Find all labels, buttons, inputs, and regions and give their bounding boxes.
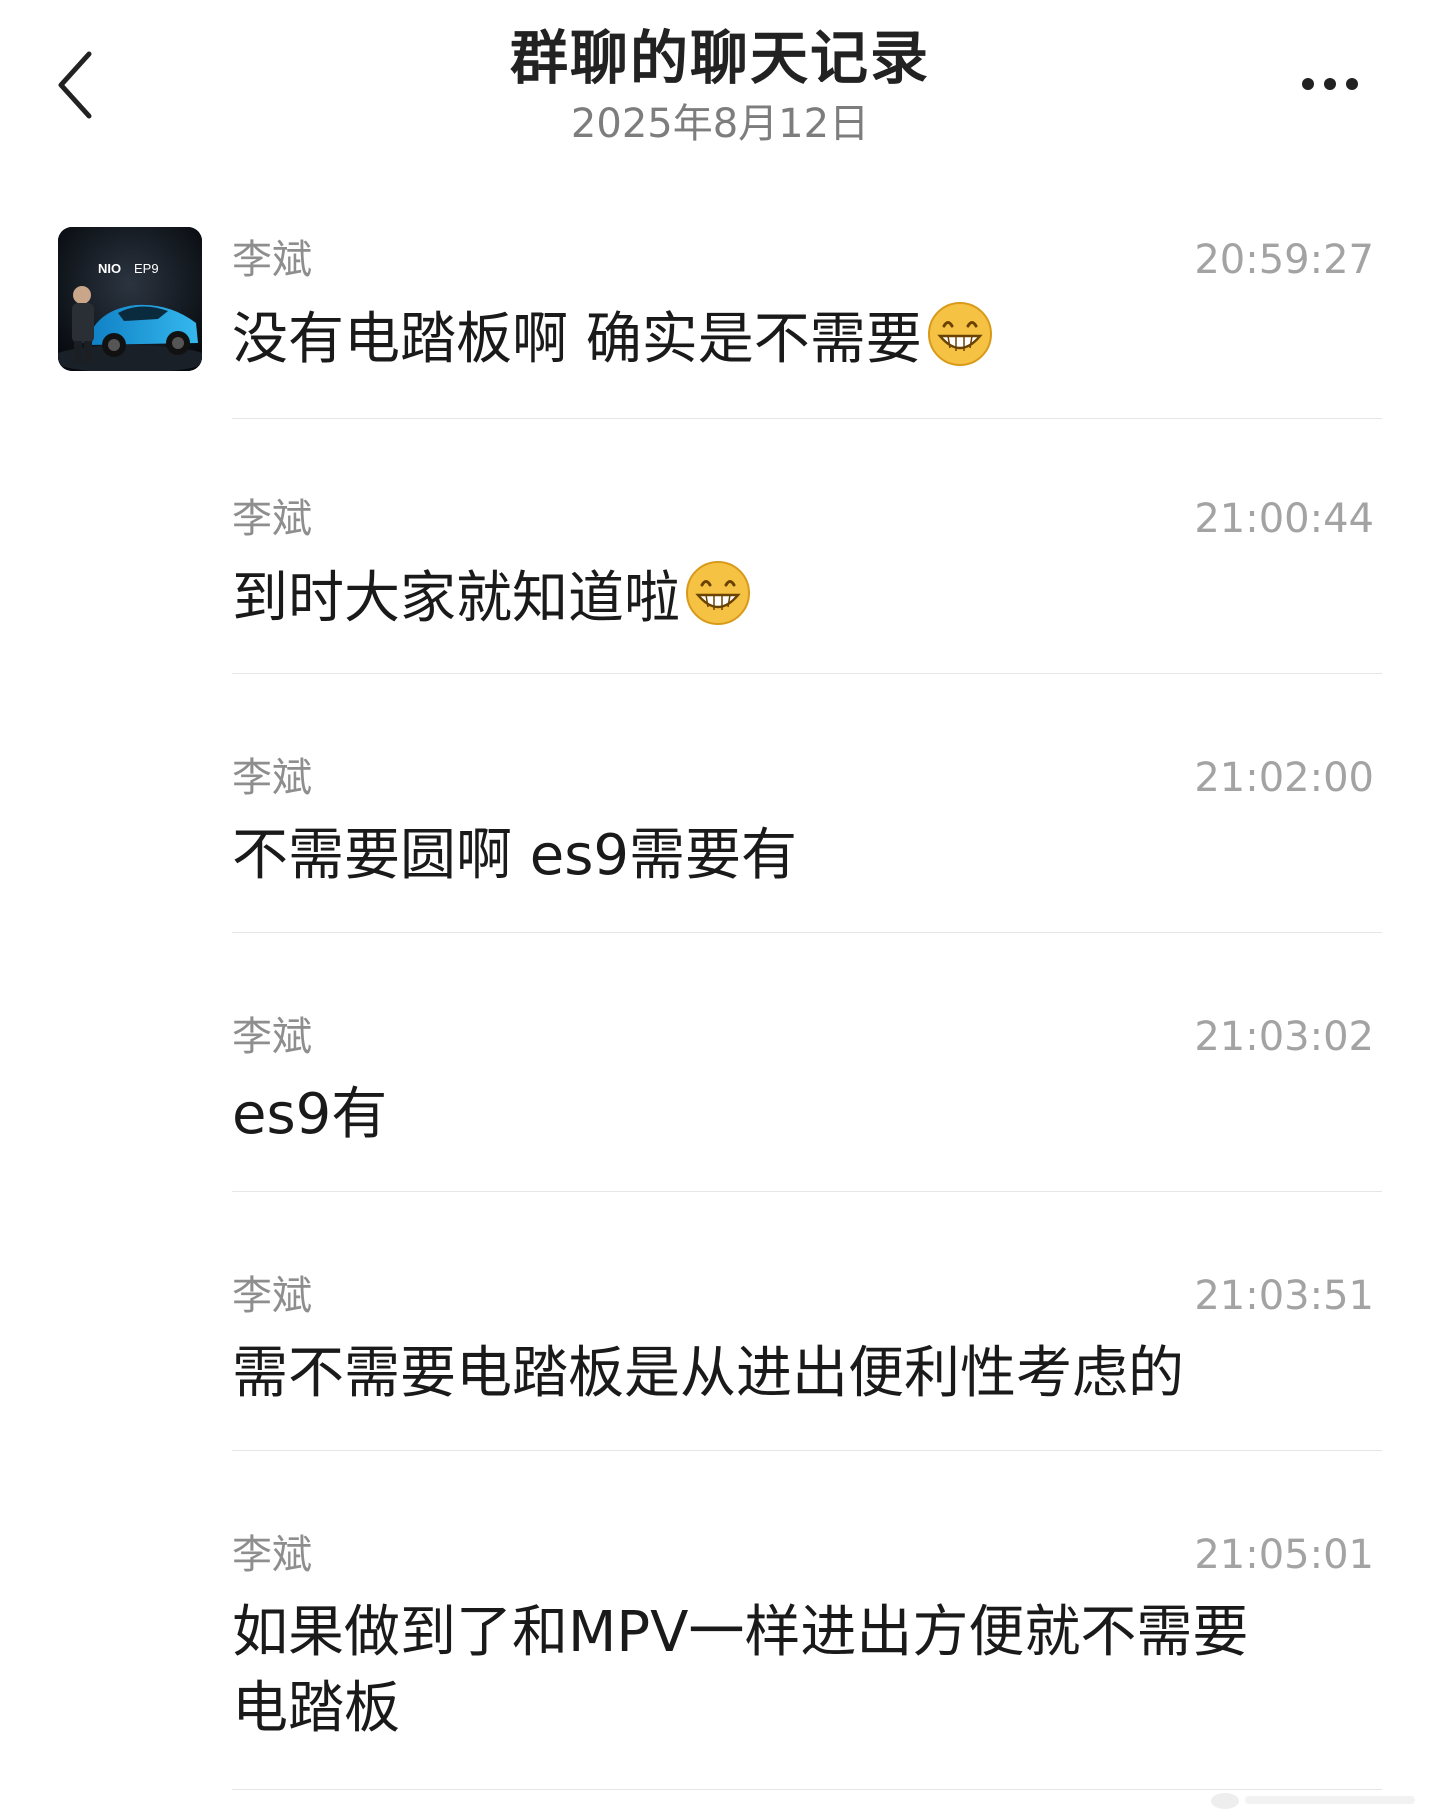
message-time: 21:03:51	[1194, 1273, 1374, 1319]
message-text: 需不需要电踏板是从进出便利性考虑的	[232, 1341, 1184, 1406]
message-text-row: 没有电踏板啊 确实是不需要	[232, 300, 1372, 378]
more-dots-icon	[1324, 78, 1336, 90]
message-text: 如果做到了和MPV一样进出方便就不需要 电踏板	[232, 1600, 1249, 1741]
message-sender: 李斌	[232, 755, 312, 801]
grinning-face-emoji	[686, 561, 750, 625]
message-text: 没有电踏板啊 确实是不需要	[232, 307, 922, 372]
message-item: 李斌 21:03:51 需不需要电踏板是从进出便利性考虑的	[232, 1270, 1382, 1451]
message-sender: 李斌	[232, 1532, 312, 1578]
message-sender: 李斌	[232, 237, 312, 283]
message-sender: 李斌	[232, 496, 312, 542]
message-sender: 李斌	[232, 1273, 312, 1319]
title-block: 群聊的聊天记录 2025年8月12日	[320, 22, 1120, 152]
back-button[interactable]	[40, 40, 110, 130]
avatar[interactable]: NIO EP9	[58, 227, 202, 371]
message-time: 21:02:00	[1194, 755, 1374, 801]
message-item: 李斌 20:59:27 没有电踏板啊 确实是不需要	[232, 234, 1382, 419]
page-date: 2025年8月12日	[570, 101, 870, 147]
more-button[interactable]	[1290, 58, 1370, 110]
grinning-face-emoji	[927, 302, 992, 366]
message-text: 不需要圆啊 es9需要有	[232, 823, 798, 888]
page-title: 群聊的聊天记录	[509, 24, 930, 92]
more-dots-icon	[1302, 78, 1314, 90]
message-time: 21:03:02	[1194, 1014, 1374, 1060]
avatar-brand-text: NIO	[98, 261, 121, 276]
message-item: 李斌 21:03:02 es9有	[232, 1011, 1382, 1192]
message-text-row: 到时大家就知道啦	[232, 559, 1372, 637]
message-text: es9有	[232, 1082, 388, 1147]
message-time: 21:00:44	[1194, 496, 1374, 542]
message-text: 到时大家就知道啦	[232, 566, 680, 631]
message-item: 李斌 21:00:44 到时大家就知道啦	[232, 493, 1382, 674]
avatar-model-text: EP9	[134, 261, 159, 276]
message-sender: 李斌	[232, 1014, 312, 1060]
top-bar: 群聊的聊天记录 2025年8月12日	[0, 0, 1440, 180]
message-item: 李斌 21:05:01 如果做到了和MPV一样进出方便就不需要 电踏板	[232, 1529, 1382, 1790]
chevron-left-icon	[58, 51, 92, 119]
message-time: 21:05:01	[1194, 1532, 1374, 1578]
more-dots-icon	[1346, 78, 1358, 90]
avatar-image: NIO EP9	[58, 227, 202, 371]
watermark-graphic	[1211, 1793, 1415, 1809]
message-time: 20:59:27	[1194, 237, 1374, 283]
message-item: 李斌 21:02:00 不需要圆啊 es9需要有	[232, 752, 1382, 933]
